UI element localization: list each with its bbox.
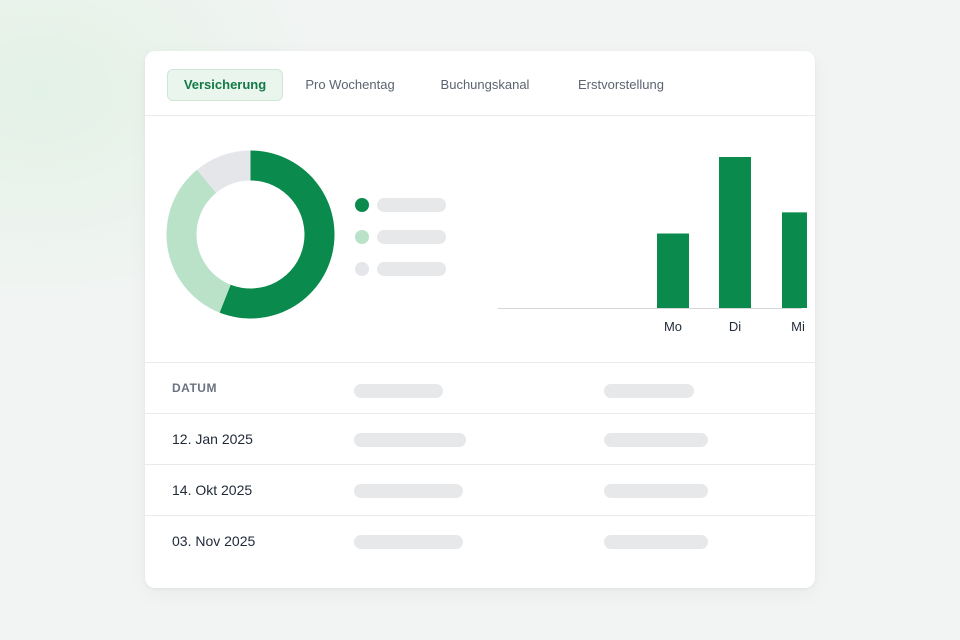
x-tick-label: Mo (664, 319, 682, 334)
legend-dot (355, 262, 369, 276)
tab-bar: Versicherung Pro Wochentag Buchungskanal… (145, 51, 815, 116)
x-tick-label: Di (729, 319, 741, 334)
charts-area: MoDiMiDoFr (145, 116, 815, 363)
donut-chart (166, 150, 335, 319)
tab-versicherung[interactable]: Versicherung (167, 69, 283, 101)
cell-placeholder (604, 484, 708, 498)
tab-pro-wochentag[interactable]: Pro Wochentag (291, 69, 409, 101)
bar-mi[interactable] (782, 212, 807, 308)
cell-date: 03. Nov 2025 (172, 533, 256, 549)
bar-di[interactable] (719, 157, 751, 308)
cell-placeholder (604, 535, 708, 549)
dashboard-card: Versicherung Pro Wochentag Buchungskanal… (145, 51, 815, 588)
legend-dot (355, 198, 369, 212)
x-tick-label: Mi (791, 319, 805, 334)
bar-chart: MoDiMiDoFr (498, 157, 807, 334)
legend-label-placeholder (377, 198, 446, 212)
table-row[interactable]: 12. Jan 2025 (145, 414, 815, 465)
legend-dot (355, 230, 369, 244)
cell-placeholder (604, 433, 708, 447)
column-header-placeholder (354, 384, 443, 398)
column-header-datum: DATUM (172, 381, 217, 395)
tab-buchungskanal[interactable]: Buchungskanal (427, 69, 543, 101)
donut-slice-1[interactable] (166, 169, 231, 313)
cell-placeholder (354, 433, 466, 447)
bar-mo[interactable] (657, 233, 689, 308)
column-header-placeholder (604, 384, 694, 398)
cell-date: 14. Okt 2025 (172, 482, 253, 498)
table-row[interactable]: 14. Okt 2025 (145, 465, 815, 516)
tab-erstvorstellung[interactable]: Erstvorstellung (565, 69, 677, 101)
legend-label-placeholder (377, 262, 446, 276)
legend-label-placeholder (377, 230, 446, 244)
table-row[interactable]: 03. Nov 2025 (145, 516, 815, 567)
cell-placeholder (354, 535, 463, 549)
cell-placeholder (354, 484, 463, 498)
cell-date: 12. Jan 2025 (172, 431, 253, 447)
table-header-row: DATUM (145, 363, 815, 414)
